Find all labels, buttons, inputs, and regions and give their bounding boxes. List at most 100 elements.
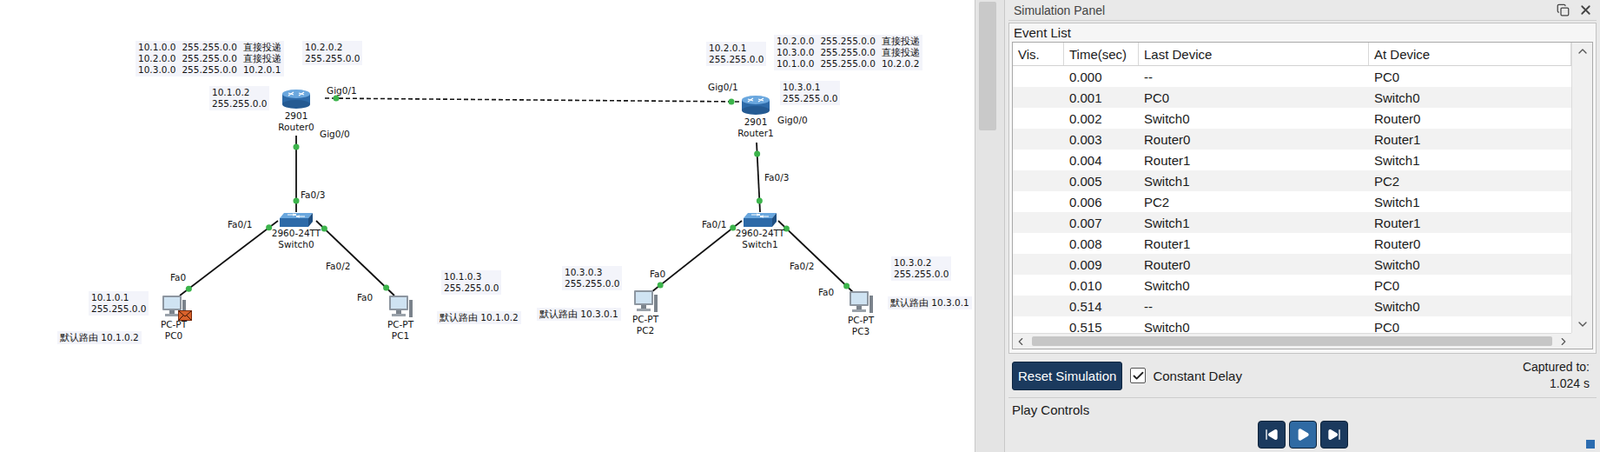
scroll-thumb[interactable] — [1031, 336, 1553, 346]
route-cell: 255.255.0.0 — [181, 52, 237, 65]
scroll-down-icon[interactable] — [1575, 317, 1590, 331]
close-icon[interactable] — [1578, 2, 1594, 18]
table-row[interactable]: 0.000--PC0 — [1012, 66, 1572, 87]
column-header[interactable]: Last Device — [1138, 42, 1369, 66]
switch-node[interactable]: 2960-24TTSwitch0 — [257, 211, 336, 251]
time-cell: 0.007 — [1064, 211, 1139, 233]
route-cell: 直接投递 — [243, 41, 282, 53]
table-row[interactable]: 0.003Router0Router1 — [1012, 128, 1572, 150]
address-note[interactable]: 10.1.0.3255.255.0.0 — [441, 270, 502, 295]
column-header[interactable]: At Device — [1368, 42, 1572, 66]
play-button[interactable] — [1289, 420, 1317, 449]
table-row[interactable]: 0.009Router0Switch0 — [1012, 253, 1572, 275]
address-note[interactable]: 默认路由 10.3.0.1 — [536, 307, 622, 321]
at-device-cell: PC2 — [1368, 170, 1572, 192]
device-icon-wrap — [281, 87, 311, 111]
vis-cell — [1012, 316, 1065, 333]
address-note[interactable]: 10.3.0.2255.255.0.0 — [891, 256, 952, 281]
table-row[interactable]: 0.007Switch1Router1 — [1012, 211, 1572, 233]
time-cell: 0.003 — [1064, 128, 1139, 150]
scroll-thumb[interactable] — [978, 1, 997, 131]
restore-icon[interactable] — [1556, 3, 1570, 17]
route-table-note[interactable]: 10.2.0.0255.255.0.0直接投递10.3.0.0255.255.0… — [773, 34, 923, 71]
scroll-left-icon[interactable] — [1014, 335, 1027, 348]
switch-node[interactable]: 2960-24TTSwitch1 — [720, 211, 800, 251]
vertical-scrollbar[interactable] — [1571, 42, 1593, 333]
network-link[interactable] — [316, 220, 395, 296]
address-note[interactable]: 10.1.0.1255.255.0.0 — [88, 290, 149, 316]
play-icon — [1295, 427, 1310, 442]
back-button[interactable] — [1257, 420, 1286, 449]
panel-title: Simulation Panel — [1013, 3, 1105, 18]
table-row[interactable]: 0.004Router1Switch1 — [1012, 149, 1572, 171]
address-note[interactable]: 10.3.0.1255.255.0.0 — [780, 80, 840, 106]
route-cell: 255.255.0.0 — [819, 58, 875, 70]
time-cell: 0.515 — [1064, 316, 1139, 333]
topology-canvas[interactable]: 2901Router02901Router12960-24TTSwitch029… — [0, 0, 975, 452]
table-row[interactable]: 0.514--Switch0 — [1012, 295, 1572, 317]
table-row[interactable]: 0.002Switch0Router0 — [1012, 107, 1572, 129]
captured-label: Captured to: — [1522, 358, 1590, 376]
address-note[interactable]: 默认路由 10.3.0.1 — [887, 296, 972, 310]
constant-delay-checkbox[interactable]: Constant Delay — [1130, 367, 1243, 384]
resize-grip[interactable] — [1586, 439, 1595, 449]
at-device-cell: Switch0 — [1368, 253, 1572, 275]
route-cell: 10.1.0.0 — [776, 58, 814, 70]
vis-cell — [1012, 66, 1065, 87]
address-note[interactable]: 10.2.0.1255.255.0.0 — [706, 41, 767, 67]
network-link[interactable] — [753, 142, 763, 212]
network-link[interactable] — [179, 220, 278, 296]
address-note[interactable]: 10.2.0.2255.255.0.0 — [302, 40, 363, 66]
scroll-right-icon[interactable] — [1557, 335, 1570, 348]
time-cell: 0.010 — [1064, 274, 1139, 296]
time-cell: 0.514 — [1064, 295, 1139, 317]
vis-cell — [1012, 232, 1065, 254]
route-table-note[interactable]: 10.1.0.0255.255.0.0直接投递10.2.0.0255.255.0… — [135, 40, 285, 77]
column-header[interactable]: Time(sec) — [1064, 42, 1139, 66]
reset-simulation-button[interactable]: Reset Simulation — [1011, 361, 1123, 391]
table-row[interactable]: 0.005Switch1PC2 — [1012, 170, 1572, 192]
note-line: 255.255.0.0 — [893, 268, 949, 280]
column-header[interactable]: Vis. — [1012, 42, 1065, 66]
port-label: Gig0/0 — [319, 128, 351, 140]
network-link[interactable] — [778, 220, 855, 294]
note-line: 10.1.0.3 — [443, 271, 499, 283]
table-row[interactable]: 0.008Router1Router0 — [1012, 232, 1572, 254]
forward-button[interactable] — [1320, 420, 1349, 449]
network-link[interactable] — [324, 95, 743, 106]
checkbox-box[interactable] — [1130, 367, 1146, 384]
last-device-cell: -- — [1138, 295, 1369, 317]
last-device-cell: Router1 — [1138, 232, 1369, 254]
port-label: Fa0 — [357, 291, 373, 304]
device-name: PC1 — [391, 330, 410, 342]
pc-node[interactable]: PC-PTPC1 — [361, 294, 440, 342]
last-device-cell: Router1 — [1138, 149, 1369, 171]
last-device-cell: Router0 — [1138, 253, 1369, 275]
route-cell: 直接投递 — [881, 46, 920, 59]
note-line: 默认路由 10.1.0.2 — [59, 331, 139, 344]
address-note[interactable]: 默认路由 10.1.0.2 — [57, 330, 142, 344]
address-note[interactable]: 10.1.0.2255.255.0.0 — [209, 85, 270, 111]
network-link[interactable] — [651, 220, 742, 292]
route-table: 10.1.0.0255.255.0.0直接投递10.2.0.0255.255.0… — [138, 41, 282, 76]
route-cell: 255.255.0.0 — [819, 35, 875, 47]
table-row[interactable]: 0.006PC2Switch1 — [1012, 191, 1572, 212]
port-label: Gig0/1 — [326, 85, 358, 97]
captured-time: Captured to:1.024 s — [1522, 358, 1594, 392]
address-note[interactable]: 10.3.0.3255.255.0.0 — [561, 265, 622, 291]
network-link[interactable] — [293, 135, 300, 212]
time-cell: 0.001 — [1064, 86, 1139, 108]
vis-cell — [1012, 149, 1065, 171]
scroll-up-icon[interactable] — [1575, 44, 1590, 59]
vis-cell — [1012, 170, 1065, 192]
last-device-cell: Switch1 — [1138, 211, 1369, 233]
horizontal-scrollbar[interactable] — [1012, 332, 1572, 349]
note-line: 255.255.0.0 — [708, 53, 764, 66]
header-icons — [1556, 2, 1594, 18]
table-row[interactable]: 0.010Switch0PC0 — [1012, 274, 1572, 296]
table-row[interactable]: 0.515Switch0PC0 — [1012, 316, 1572, 333]
table-row[interactable]: 0.001PC0Switch0 — [1012, 86, 1572, 108]
canvas-scrollbar[interactable] — [974, 0, 1005, 452]
device-model: 2901 — [744, 116, 768, 128]
address-note[interactable]: 默认路由 10.1.0.2 — [436, 310, 522, 324]
